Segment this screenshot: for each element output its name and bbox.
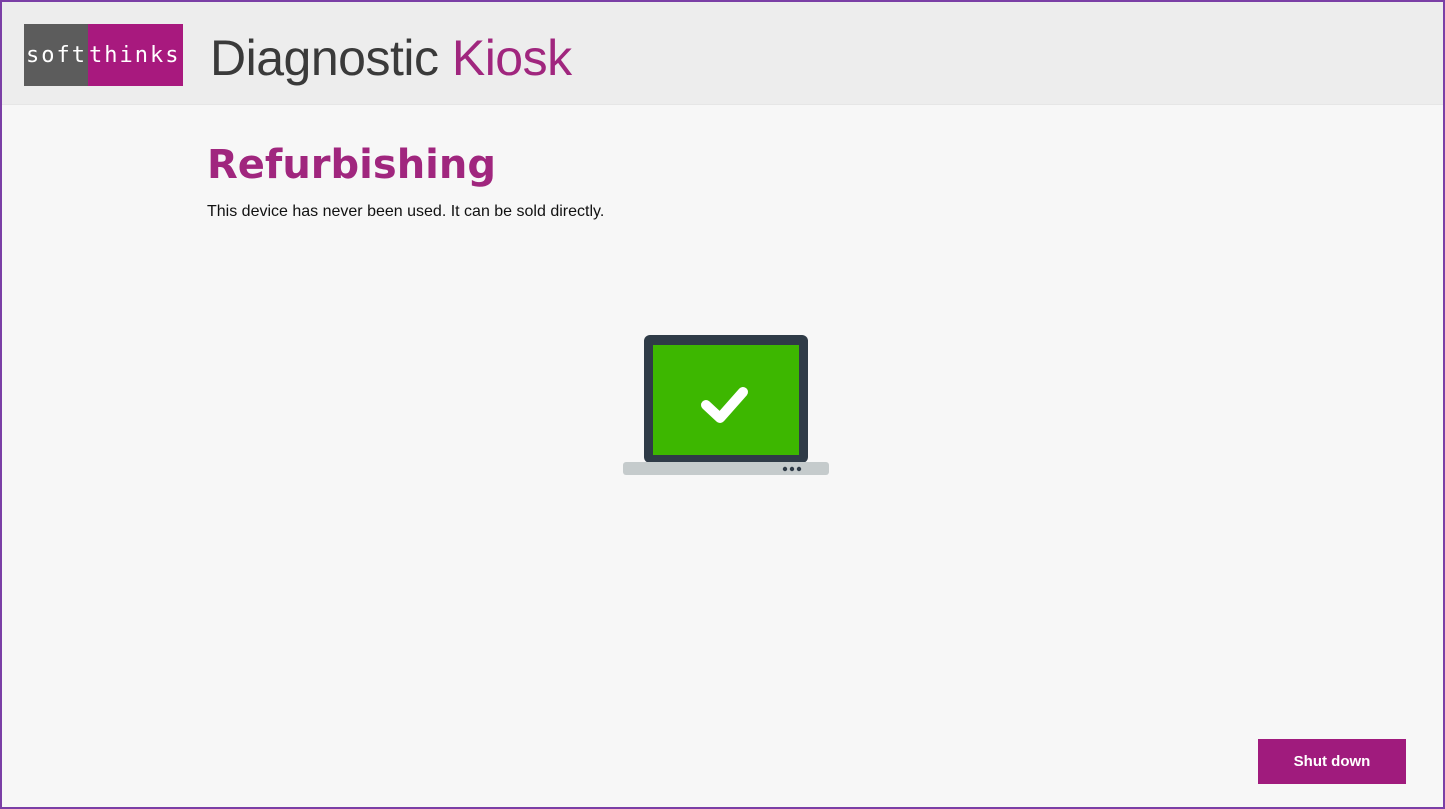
shutdown-button[interactable]: Shut down	[1258, 739, 1406, 784]
page-subtitle: This device has never been used. It can …	[207, 203, 605, 220]
page-title: Refurbishing	[207, 142, 496, 188]
laptop-dot	[782, 466, 788, 472]
logo-soft-part: soft	[24, 24, 88, 86]
header-bar: soft thinks Diagnostic Kiosk	[2, 2, 1443, 105]
laptop-dot	[789, 466, 795, 472]
app-title-accent: Kiosk	[451, 30, 572, 86]
laptop-screen	[653, 345, 799, 455]
app-title-main: Diagnostic	[210, 30, 452, 86]
laptop-dot	[796, 466, 802, 472]
softthinks-logo: soft thinks	[24, 24, 183, 86]
app-window: soft thinks Diagnostic Kiosk Refurbishin…	[0, 0, 1445, 809]
app-title: Diagnostic Kiosk	[210, 28, 572, 88]
laptop-check-svg	[623, 335, 829, 475]
logo-thinks-part: thinks	[88, 24, 183, 86]
laptop-check-icon	[622, 335, 830, 477]
